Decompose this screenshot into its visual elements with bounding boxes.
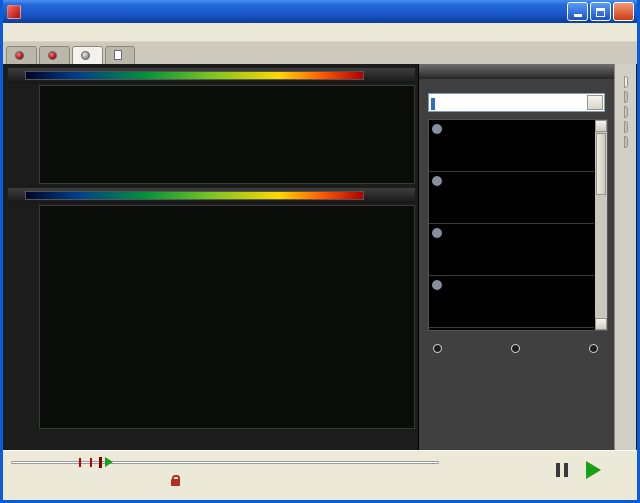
topographic-color-scale <box>25 191 364 200</box>
side-tab-notes[interactable] <box>623 121 628 133</box>
spectral-color-scale <box>25 71 364 80</box>
minimize-icon <box>573 14 582 17</box>
radio-icon[interactable] <box>589 344 598 353</box>
xaxis-label-radios <box>419 341 614 353</box>
scroll-up-icon[interactable] <box>595 120 607 132</box>
menu-bar <box>3 23 637 42</box>
transport-bar <box>3 450 637 500</box>
titlebar <box>3 0 637 23</box>
spectral-plot-row <box>8 85 415 184</box>
minimize-button[interactable] <box>567 2 588 21</box>
device-item-hyperx-rfid[interactable] <box>429 120 594 172</box>
tab-lappy486[interactable] <box>39 46 70 64</box>
radio-mhz[interactable] <box>433 344 446 353</box>
scroll-down-icon[interactable] <box>595 318 607 330</box>
sidebar-instruction <box>419 79 614 89</box>
sidebar-header[interactable] <box>419 64 614 79</box>
info-icon <box>432 228 442 238</box>
menu-view[interactable] <box>21 30 39 34</box>
info-icon <box>432 124 442 134</box>
play-button[interactable] <box>586 461 601 479</box>
device-signature-thumbnail <box>432 189 591 220</box>
side-tab-signatures[interactable] <box>623 76 628 88</box>
pause-icon <box>556 463 560 477</box>
menu-reports[interactable] <box>39 30 57 34</box>
device-item-microwave[interactable] <box>429 172 594 224</box>
record-dot-icon <box>15 50 24 60</box>
document-icon <box>114 50 122 60</box>
side-tab-inspector[interactable] <box>623 106 628 118</box>
device-signature-thumbnail <box>432 241 591 272</box>
menu-file[interactable] <box>3 30 21 34</box>
tab-recon1[interactable] <box>6 46 37 64</box>
radio-zigbee[interactable] <box>589 344 602 353</box>
device-item-spektrum-dx7[interactable] <box>429 224 594 276</box>
charts-panel <box>3 64 418 450</box>
playback-controls <box>538 461 617 479</box>
timeline-slider[interactable] <box>11 456 439 468</box>
menu-help[interactable] <box>57 30 75 34</box>
slider-groove <box>11 461 439 464</box>
side-tab-record[interactable] <box>623 136 628 148</box>
slider-marker[interactable] <box>98 457 102 468</box>
spectral-header <box>8 68 415 83</box>
sidebar-panel <box>418 64 614 450</box>
side-tab-strip <box>614 64 636 450</box>
device-list-scrollbar[interactable] <box>595 120 607 330</box>
pause-button[interactable] <box>554 463 570 477</box>
dropdown-selected-value <box>431 97 435 110</box>
topographic-header <box>8 188 415 203</box>
topographic-x-ticks <box>42 430 414 445</box>
maximize-icon <box>596 8 605 17</box>
side-tab-wifi[interactable] <box>623 91 628 103</box>
main-content <box>3 64 637 450</box>
maximize-button[interactable] <box>590 2 611 21</box>
play-icon <box>586 461 601 479</box>
lock-icon[interactable] <box>171 475 180 486</box>
spectral-waterfall-canvas[interactable] <box>39 85 415 184</box>
slider-tick <box>79 458 82 467</box>
close-button[interactable] <box>613 2 634 21</box>
info-icon <box>432 280 442 290</box>
spectral-y-axis-label <box>8 85 19 184</box>
tab-recording-file[interactable] <box>105 46 135 64</box>
device-signature-thumbnail <box>432 137 591 168</box>
radio-icon[interactable] <box>511 344 520 353</box>
radio-wifi[interactable] <box>511 344 524 353</box>
radio-icon[interactable] <box>433 344 442 353</box>
tab-bar <box>3 42 637 64</box>
scrollbar-thumb[interactable] <box>596 133 606 195</box>
topographic-y-ticks <box>19 205 39 429</box>
record-dot-icon <box>48 50 57 60</box>
dropdown-arrow-icon[interactable] <box>587 95 603 110</box>
app-window <box>0 0 640 503</box>
app-icon <box>7 4 21 19</box>
pause-icon <box>564 463 568 477</box>
info-icon <box>432 176 442 186</box>
spectral-y-ticks <box>19 85 39 184</box>
device-category-dropdown[interactable] <box>428 93 605 112</box>
playhead-marker[interactable] <box>105 457 114 467</box>
tab-wispy[interactable] <box>72 46 103 64</box>
topographic-plot-row <box>8 205 415 429</box>
device-signature-list <box>428 119 608 331</box>
device-dot-icon <box>81 50 90 60</box>
topographic-plot-canvas[interactable] <box>39 205 415 429</box>
device-item-xbox-360[interactable] <box>429 276 594 328</box>
topographic-y-axis-label <box>8 205 19 429</box>
slider-tick <box>90 458 93 467</box>
device-signature-thumbnail <box>432 293 591 324</box>
